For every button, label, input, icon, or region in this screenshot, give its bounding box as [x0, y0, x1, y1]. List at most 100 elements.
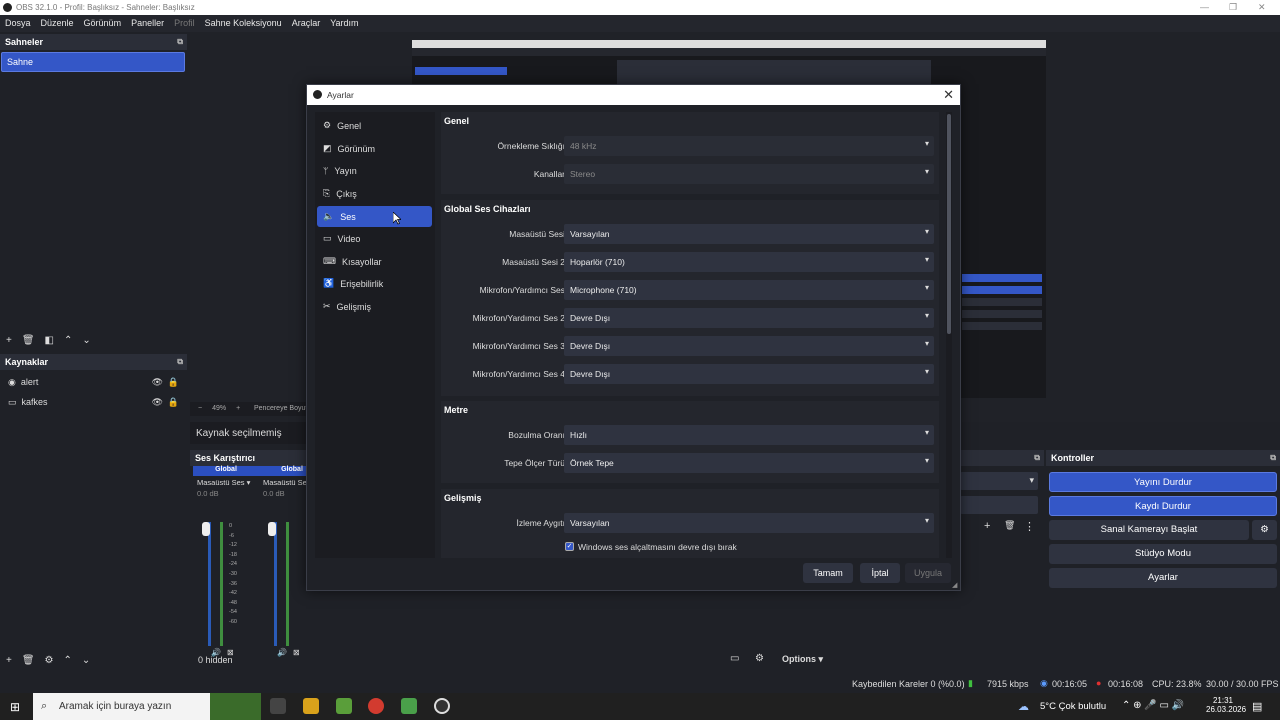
mic-audio-select[interactable]: Microphone (710) ▾	[564, 280, 934, 300]
trash-icon[interactable]: 🗑	[1004, 520, 1015, 531]
zoom-out-icon[interactable]: −	[198, 405, 202, 413]
minimize-icon[interactable]: —	[1200, 2, 1209, 12]
menu-dosya[interactable]: Dosya	[0, 15, 36, 32]
move-down-icon[interactable]: ⌄	[82, 655, 90, 666]
volume-fader[interactable]	[202, 522, 210, 536]
thumb-button	[962, 310, 1042, 318]
desktop-audio-2-select[interactable]: Hoparlör (710) ▾	[564, 252, 934, 272]
bitrate: 7915 kbps	[987, 679, 1029, 689]
decay-rate-select[interactable]: Hızlı ▾	[564, 425, 934, 445]
filter-icon[interactable]: ◧	[45, 335, 54, 346]
trash-icon[interactable]: 🗑	[22, 655, 35, 666]
sidebar-item-yayin[interactable]: ᛘ Yayın	[317, 160, 432, 181]
lock-icon[interactable]: 🔒	[168, 377, 179, 388]
eye-icon[interactable]: 👁	[152, 377, 163, 388]
transition-select[interactable]: ▾	[960, 472, 1038, 490]
scene-item-sahne[interactable]: Sahne	[1, 52, 185, 72]
eye-icon[interactable]: 👁	[152, 397, 163, 408]
desktop-audio-select[interactable]: Varsayılan ▾	[564, 224, 934, 244]
add-icon[interactable]: +	[6, 655, 12, 666]
sidebar-item-erisebilirlik[interactable]: ♿ Erişebilirlik	[317, 273, 432, 294]
minecraft-launcher-icon[interactable]	[401, 698, 417, 714]
apply-button[interactable]: Uygula	[905, 563, 951, 583]
mic-audio-4-select[interactable]: Devre Dışı ▾	[564, 364, 934, 384]
status-bar: Kaybedilen Kareler 0 (%0.0) ▮ 7915 kbps …	[0, 676, 1280, 693]
undock-icon[interactable]: ⧉	[177, 357, 183, 367]
gear-icon[interactable]: ⚙	[1252, 520, 1277, 540]
more-icon[interactable]: ⋮	[1024, 520, 1035, 533]
section-global-devices: Global Ses Cihazları Masaüstü Sesi Varsa…	[441, 200, 939, 396]
stop-stream-button[interactable]: Yayını Durdur	[1049, 472, 1277, 492]
sidebar-item-ses[interactable]: 🔈 Ses	[317, 206, 432, 227]
weather-text[interactable]: 5°C Çok bulutlu	[1040, 701, 1106, 712]
undock-icon[interactable]: ⧉	[1270, 453, 1276, 463]
chrome-icon[interactable]	[368, 698, 384, 714]
fit-to-window[interactable]: Pencereye Boyutla	[254, 405, 313, 412]
menu-yardim[interactable]: Yardım	[325, 15, 363, 32]
menu-gorunum[interactable]: Görünüm	[79, 15, 127, 32]
sidebar-item-cikis[interactable]: ⎘ Çıkış	[317, 183, 432, 204]
keyboard-icon: ⌨	[323, 256, 336, 266]
zoom-in-icon[interactable]: +	[236, 405, 240, 413]
gear-icon[interactable]: ⚙	[755, 653, 764, 664]
lock-icon[interactable]: 🔒	[168, 397, 179, 408]
tray-icons[interactable]: ⌃ ⊕ 🎤 ▭ 🔊	[1122, 700, 1184, 711]
start-virtual-camera-button[interactable]: Sanal Kamerayı Başlat	[1049, 520, 1249, 540]
menu-araclar[interactable]: Araçlar	[287, 15, 326, 32]
move-down-icon[interactable]: ⌄	[82, 335, 90, 346]
stop-recording-button[interactable]: Kaydı Durdur	[1049, 496, 1277, 516]
sidebar-item-video[interactable]: ▭ Video	[317, 228, 432, 249]
move-up-icon[interactable]: ⌃	[64, 655, 72, 666]
content-scrollbar[interactable]	[946, 112, 952, 558]
menu-paneller[interactable]: Paneller	[126, 15, 169, 32]
clock[interactable]: 21:31 26.03.2026	[1206, 696, 1246, 714]
menu-profil[interactable]: Profil	[169, 15, 200, 32]
sidebar-item-genel[interactable]: ⚙ Genel	[317, 115, 432, 136]
studio-mode-button[interactable]: Stüdyo Modu	[1049, 544, 1277, 564]
restore-icon[interactable]: ❐	[1229, 2, 1237, 13]
minecraft-icon[interactable]	[336, 698, 352, 714]
sidebar-item-gelismis[interactable]: ✂ Gelişmiş	[317, 296, 432, 317]
options-button[interactable]: Options ▾	[782, 654, 823, 665]
trash-icon[interactable]: 🗑	[22, 335, 35, 346]
windows-start-icon[interactable]: ⊞	[10, 700, 20, 714]
setting-row: Tepe Ölçer Türü Örnek Tepe ▾	[441, 453, 939, 473]
add-icon[interactable]: +	[6, 335, 12, 346]
sources-toolbar: + 🗑 ⚙ ⌃ ⌄	[0, 651, 187, 669]
close-icon[interactable]: ✕	[1258, 2, 1266, 13]
monitor-off-icon[interactable]: ⊠	[293, 648, 300, 657]
menu-duzenle[interactable]: Düzenle	[36, 15, 79, 32]
mic-audio-2-select[interactable]: Devre Dışı ▾	[564, 308, 934, 328]
close-icon[interactable]: ✕	[943, 87, 954, 103]
undock-icon[interactable]: ⧉	[177, 37, 183, 47]
channel-name[interactable]: Masaüstü Ses ▾	[193, 476, 259, 489]
volume-fader[interactable]	[268, 522, 276, 536]
mic-audio-3-select[interactable]: Devre Dışı ▾	[564, 336, 934, 356]
gear-icon[interactable]: ⚙	[45, 655, 54, 666]
settings-button[interactable]: Ayarlar	[1049, 568, 1277, 588]
accessibility-icon: ♿	[323, 278, 335, 288]
duration-spinbox[interactable]	[960, 496, 1038, 514]
source-item[interactable]: ▭ kafkes 👁 🔒	[0, 392, 187, 412]
ok-button[interactable]: Tamam	[803, 563, 853, 583]
move-up-icon[interactable]: ⌃	[64, 335, 72, 346]
task-view-icon[interactable]	[270, 698, 286, 714]
speaker-icon[interactable]: 🔊	[277, 648, 287, 657]
menu-sahne-koleksiyonu[interactable]: Sahne Koleksiyonu	[200, 15, 287, 32]
sidebar-item-gorunum[interactable]: ◩ Görünüm	[317, 138, 432, 159]
cancel-button[interactable]: İptal	[860, 563, 900, 583]
file-explorer-icon[interactable]	[303, 698, 319, 714]
layout-icon[interactable]: ▭	[730, 653, 739, 664]
add-icon[interactable]: +	[984, 520, 990, 532]
monitoring-device-select[interactable]: Varsayılan ▾	[564, 513, 934, 533]
ducking-checkbox[interactable]: ✓	[565, 542, 574, 551]
resize-grip-icon[interactable]: ◢	[952, 581, 957, 589]
peak-meter-type-select[interactable]: Örnek Tepe ▾	[564, 453, 934, 473]
mixer-hidden-count: 0 hidden	[198, 655, 233, 665]
source-item[interactable]: ◉ alert 👁 🔒	[0, 372, 187, 392]
undock-icon[interactable]: ⧉	[1034, 453, 1040, 463]
sidebar-item-kisayollar[interactable]: ⌨ Kısayollar	[317, 251, 432, 272]
obs-icon[interactable]	[434, 698, 450, 714]
notification-icon[interactable]: ▤	[1252, 700, 1262, 713]
scrollbar-thumb[interactable]	[947, 114, 951, 334]
